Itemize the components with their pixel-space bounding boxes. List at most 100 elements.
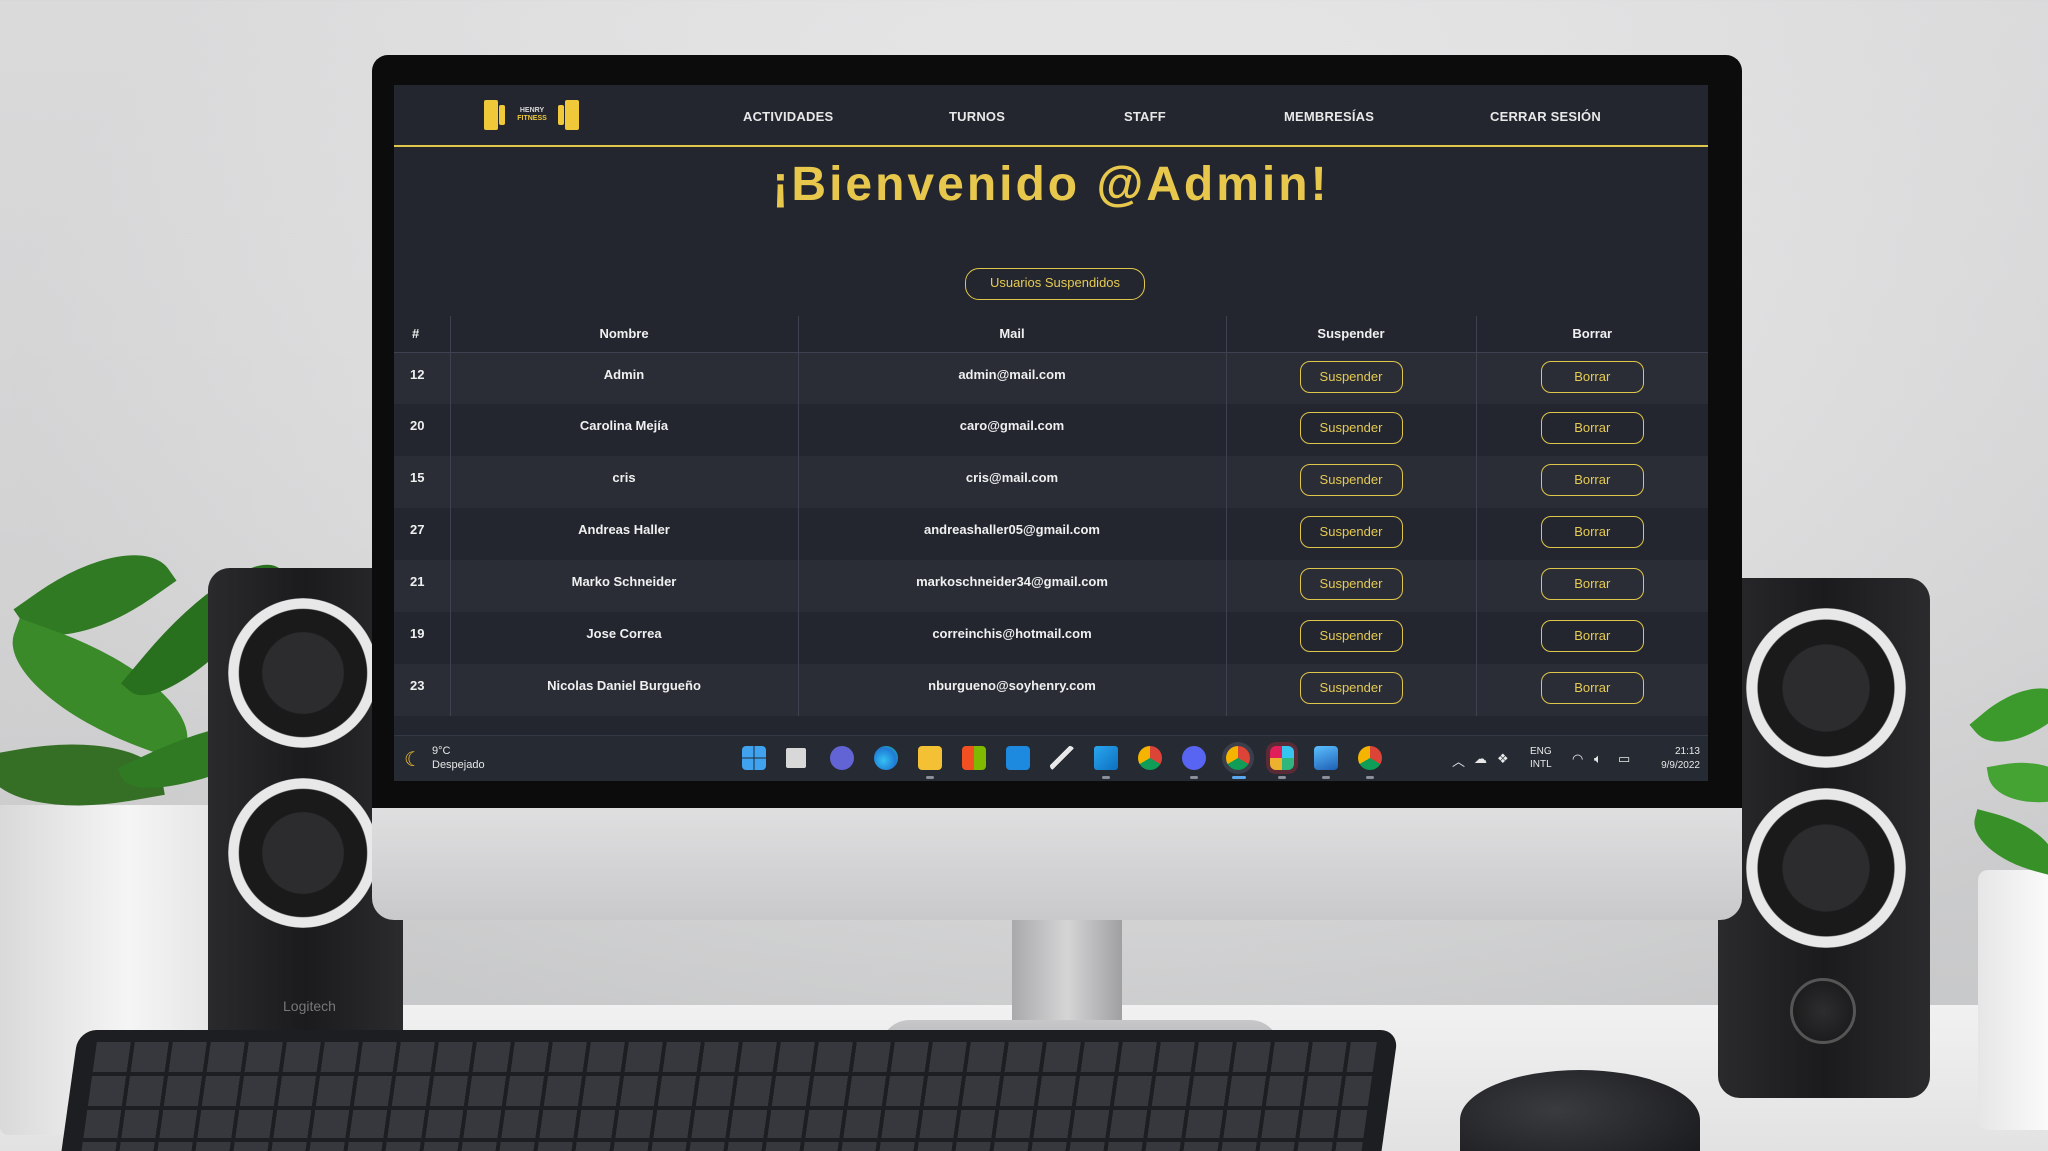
speaker-driver xyxy=(1746,608,1906,768)
nav-link-membresias[interactable]: MEMBRESÍAS xyxy=(1284,109,1374,124)
nav-link-turnos[interactable]: TURNOS xyxy=(949,109,1005,124)
table-row: 23 Nicolas Daniel Burgueño nburgueno@soy… xyxy=(394,664,1708,716)
henry-fitness-logo[interactable]: HENRY FITNESS xyxy=(484,100,579,132)
language-code: ENG xyxy=(1530,746,1552,757)
moon-icon[interactable]: ☾ xyxy=(404,747,422,772)
column-header-delete: Borrar xyxy=(1475,316,1708,353)
nav-link-staff[interactable]: STAFF xyxy=(1124,109,1166,124)
windows-start-icon[interactable] xyxy=(742,746,766,770)
keyboard-row-gap xyxy=(67,1106,1388,1110)
monitor-stand-neck xyxy=(1012,920,1122,1030)
delete-button[interactable]: Borrar xyxy=(1540,360,1644,393)
speaker-brand-label: Logitech xyxy=(283,998,336,1014)
user-name: Andreas Haller xyxy=(449,508,798,560)
column-header-suspend: Suspender xyxy=(1225,316,1476,353)
running-indicator xyxy=(1278,776,1286,779)
suspended-users-button[interactable]: Usuarios Suspendidos xyxy=(965,268,1145,300)
chrome-icon[interactable] xyxy=(1138,746,1162,770)
dev-tool-icon[interactable] xyxy=(1050,746,1074,770)
suspend-button[interactable]: Suspender xyxy=(1299,360,1403,393)
edge-icon[interactable] xyxy=(874,746,898,770)
user-name: Marko Schneider xyxy=(449,560,798,612)
delete-cell: Borrar xyxy=(1475,456,1708,508)
delete-button[interactable]: Borrar xyxy=(1540,464,1644,496)
user-name: Nicolas Daniel Burgueño xyxy=(449,664,798,716)
table-row: 15 cris cris@mail.com Suspender Borrar xyxy=(394,456,1708,508)
suspend-button[interactable]: Suspender xyxy=(1299,516,1403,548)
photos-icon[interactable] xyxy=(1314,746,1338,770)
volume-icon[interactable]: 🔈︎ xyxy=(1594,751,1602,767)
keyboard-keys xyxy=(81,1042,1377,1151)
dropbox-icon[interactable]: ❖ xyxy=(1497,751,1509,767)
suspend-cell: Suspender xyxy=(1225,508,1476,560)
column-header-id: # xyxy=(394,316,450,353)
delete-button[interactable]: Borrar xyxy=(1540,672,1644,704)
delete-button[interactable]: Borrar xyxy=(1540,568,1644,600)
nav-link-cerrar-sesion[interactable]: CERRAR SESIÓN xyxy=(1490,109,1601,124)
battery-icon[interactable]: ▭ xyxy=(1618,751,1630,767)
user-name: Jose Correa xyxy=(449,612,798,664)
suspend-cell: Suspender xyxy=(1225,404,1476,456)
delete-cell: Borrar xyxy=(1475,560,1708,612)
keyboard-row-gap xyxy=(62,1138,1384,1142)
user-id: 19 xyxy=(394,612,450,664)
store-icon[interactable] xyxy=(962,746,986,770)
plant-pot-right xyxy=(1978,870,2048,1130)
file-explorer-icon[interactable] xyxy=(918,746,942,770)
user-id: 21 xyxy=(394,560,450,612)
vscode-icon[interactable] xyxy=(1094,746,1118,770)
monitor-chin xyxy=(372,808,1742,920)
user-name: Carolina Mejía xyxy=(449,404,798,456)
wifi-icon[interactable]: ◠ xyxy=(1572,751,1583,767)
suspend-button[interactable]: Suspender xyxy=(1299,672,1403,704)
language-indicator[interactable]: ENG INTL xyxy=(1530,745,1552,771)
onedrive-icon[interactable]: ☁ xyxy=(1474,751,1487,767)
suspend-button[interactable]: Suspender xyxy=(1299,568,1403,600)
task-view-icon[interactable] xyxy=(786,748,806,768)
volume-knob xyxy=(1790,978,1856,1044)
teams-chat-icon[interactable] xyxy=(830,746,854,770)
user-id: 20 xyxy=(394,404,450,456)
suspend-cell: Suspender xyxy=(1225,612,1476,664)
table-row: 21 Marko Schneider markoschneider34@gmai… xyxy=(394,560,1708,612)
chrome-profile-icon[interactable] xyxy=(1226,746,1250,770)
running-indicator xyxy=(926,776,934,779)
nav-link-actividades[interactable]: ACTIVIDADES xyxy=(743,109,833,124)
table-row: 12 Admin admin@mail.com Suspender Borrar xyxy=(394,352,1708,404)
slack-icon[interactable] xyxy=(1270,746,1294,770)
user-id: 23 xyxy=(394,664,450,716)
delete-cell: Borrar xyxy=(1475,664,1708,716)
column-header-mail: Mail xyxy=(797,316,1226,353)
user-mail: andreashaller05@gmail.com xyxy=(797,508,1226,560)
taskbar-clock[interactable]: 21:13 9/9/2022 xyxy=(1650,745,1700,773)
delete-button[interactable]: Borrar xyxy=(1540,620,1644,652)
chevron-up-icon[interactable]: ︿ xyxy=(1452,751,1465,770)
user-name: Admin xyxy=(449,352,798,404)
suspend-button[interactable]: Suspender xyxy=(1299,620,1403,652)
delete-cell: Borrar xyxy=(1475,352,1708,404)
user-id: 12 xyxy=(394,352,450,404)
weather-description[interactable]: Despejado xyxy=(432,759,485,771)
keyboard-row-gap xyxy=(72,1072,1393,1076)
suspend-button[interactable]: Suspender xyxy=(1299,412,1403,444)
delete-button[interactable]: Borrar xyxy=(1540,516,1644,548)
user-name: cris xyxy=(449,456,798,508)
logo-text: HENRY FITNESS xyxy=(509,107,555,123)
weather-temperature[interactable]: 9°C xyxy=(432,745,450,757)
mail-icon[interactable] xyxy=(1006,746,1030,770)
chrome-profile-2-icon[interactable] xyxy=(1358,746,1382,770)
logo-line-1: HENRY xyxy=(519,107,545,114)
suspend-button[interactable]: Suspender xyxy=(1299,464,1403,496)
user-mail: caro@gmail.com xyxy=(797,404,1226,456)
discord-icon[interactable] xyxy=(1182,746,1206,770)
delete-cell: Borrar xyxy=(1475,404,1708,456)
user-mail: markoschneider34@gmail.com xyxy=(797,560,1226,612)
running-indicator xyxy=(1190,776,1198,779)
running-indicator xyxy=(1322,776,1330,779)
speaker-driver xyxy=(228,778,378,928)
suspend-cell: Suspender xyxy=(1225,664,1476,716)
logo-line-2: FITNESS xyxy=(517,115,547,122)
delete-button[interactable]: Borrar xyxy=(1540,412,1644,444)
table-row: 20 Carolina Mejía caro@gmail.com Suspend… xyxy=(394,404,1708,456)
dumbbell-plate-icon xyxy=(558,105,564,125)
